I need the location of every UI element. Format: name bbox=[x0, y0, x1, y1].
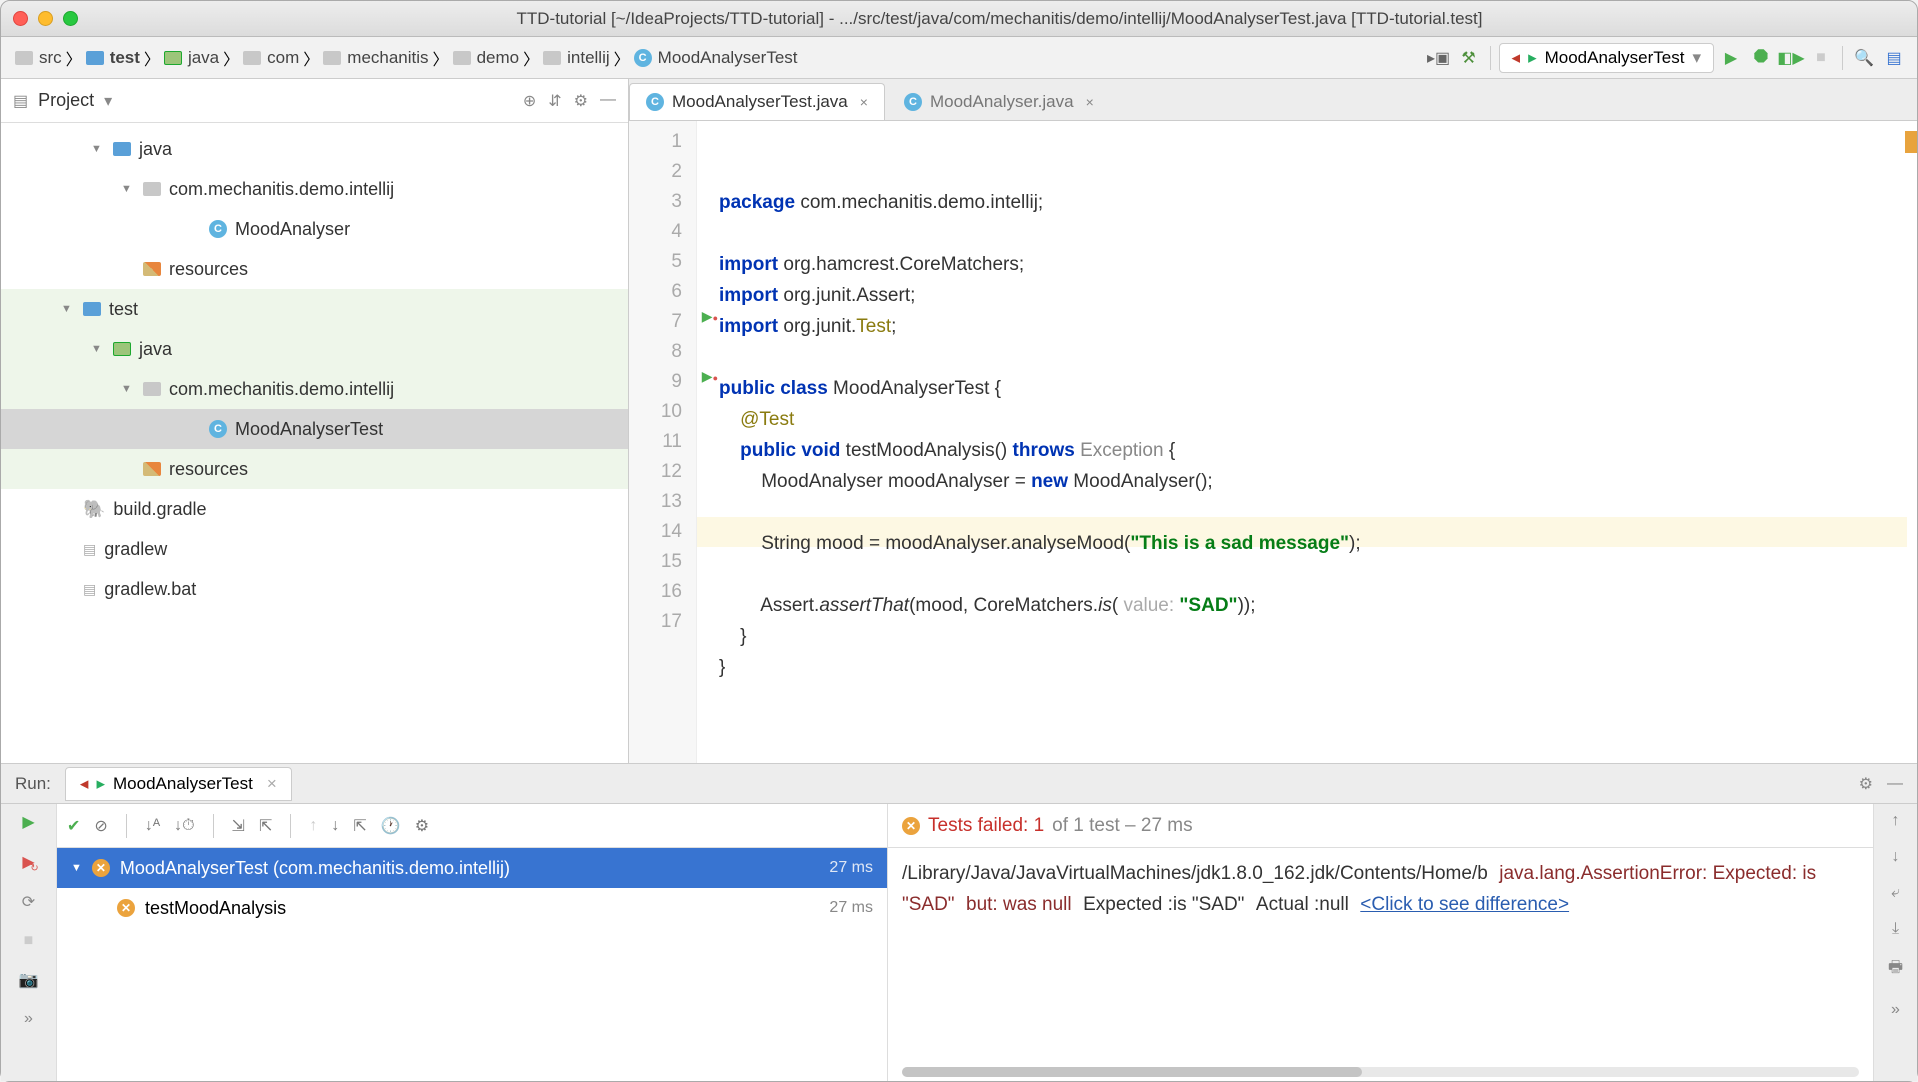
close-window-icon[interactable] bbox=[13, 11, 28, 26]
window-controls bbox=[13, 11, 78, 26]
breadcrumb-mechanitis[interactable]: mechanitis bbox=[319, 46, 432, 70]
close-tab-icon[interactable]: × bbox=[1086, 94, 1094, 110]
tree-item-resources[interactable]: resources bbox=[1, 249, 628, 289]
tree-item-com.mechanitis.demo.intellij[interactable]: ▼com.mechanitis.demo.intellij bbox=[1, 369, 628, 409]
expand-icon[interactable]: ⇲ bbox=[232, 816, 245, 836]
titlebar: TTD-tutorial [~/IdeaProjects/TTD-tutoria… bbox=[1, 1, 1917, 37]
test-console: ✕ Tests failed: 1 of 1 test – 27 ms /Lib… bbox=[887, 804, 1873, 1081]
next-icon[interactable]: ↓ bbox=[331, 817, 339, 835]
stop-icon: ■ bbox=[24, 932, 34, 950]
breadcrumb-MoodAnalyserTest[interactable]: CMoodAnalyserTest bbox=[630, 46, 802, 70]
test-tree[interactable]: ▼✕MoodAnalyserTest (com.mechanitis.demo.… bbox=[57, 848, 887, 1081]
test-row[interactable]: ▼✕MoodAnalyserTest (com.mechanitis.demo.… bbox=[57, 848, 887, 888]
tree-item-com.mechanitis.demo.intellij[interactable]: ▼com.mechanitis.demo.intellij bbox=[1, 169, 628, 209]
settings-icon[interactable]: ⚙ bbox=[415, 816, 429, 836]
navigation-bar: src〉test〉java〉com〉mechanitis〉demo〉intell… bbox=[1, 37, 1917, 79]
tree-item-MoodAnalyser[interactable]: CMoodAnalyser bbox=[1, 209, 628, 249]
rerun-icon[interactable]: ▶ bbox=[22, 812, 34, 832]
sort-icon[interactable]: ↓ᴬ bbox=[145, 817, 160, 835]
breadcrumb-java[interactable]: java bbox=[160, 46, 223, 70]
breadcrumb-demo[interactable]: demo bbox=[449, 46, 524, 70]
more-icon[interactable]: » bbox=[1891, 1001, 1900, 1019]
horizontal-scrollbar[interactable] bbox=[902, 1067, 1859, 1077]
console-right-toolbar: ↑ ↓ ⤶ ⤓ 🖶 » bbox=[1873, 804, 1917, 1081]
tree-item-gradlew[interactable]: ▤gradlew bbox=[1, 529, 628, 569]
maximize-window-icon[interactable] bbox=[63, 11, 78, 26]
run-icon[interactable]: ▶ bbox=[1718, 45, 1744, 71]
collapse-icon[interactable]: ⇵ bbox=[548, 91, 561, 111]
debug-icon[interactable]: ⯃ bbox=[1748, 45, 1774, 71]
breadcrumb-src[interactable]: src bbox=[11, 46, 66, 70]
down-icon[interactable]: ↓ bbox=[1892, 848, 1900, 866]
hammer-build-icon[interactable]: ⚒ bbox=[1456, 45, 1482, 71]
warning-marker[interactable] bbox=[1905, 131, 1917, 153]
editor-tab-MoodAnalyserTest.java[interactable]: CMoodAnalyserTest.java× bbox=[629, 83, 885, 120]
stop-icon: ■ bbox=[1808, 45, 1834, 71]
more-icon[interactable]: » bbox=[24, 1010, 33, 1028]
locate-icon[interactable]: ⊕ bbox=[523, 91, 536, 111]
caret-icon[interactable]: ▸▣ bbox=[1426, 45, 1452, 71]
scroll-end-icon[interactable]: ⤓ bbox=[1892, 920, 1899, 938]
editor-tabs: CMoodAnalyserTest.java×CMoodAnalyser.jav… bbox=[629, 79, 1917, 121]
export-icon[interactable]: ⇱ bbox=[353, 816, 366, 836]
test-row[interactable]: ✕testMoodAnalysis27 ms bbox=[57, 888, 887, 928]
run-label: Run: bbox=[15, 774, 51, 794]
editor-tab-MoodAnalyser.java[interactable]: CMoodAnalyser.java× bbox=[887, 83, 1111, 120]
minimize-window-icon[interactable] bbox=[38, 11, 53, 26]
breadcrumb-test[interactable]: test bbox=[82, 46, 144, 70]
breadcrumb-com[interactable]: com bbox=[239, 46, 303, 70]
project-tool-window: ▤ Project ▾ ⊕ ⇵ ⚙ — ▼java▼com.mechanitis… bbox=[1, 79, 629, 763]
editor-area: CMoodAnalyserTest.java×CMoodAnalyser.jav… bbox=[629, 79, 1917, 763]
coverage-icon[interactable]: ◧▶ bbox=[1778, 45, 1804, 71]
sort-time-icon[interactable]: ↓⏱ bbox=[174, 817, 194, 835]
console-output[interactable]: /Library/Java/JavaVirtualMachines/jdk1.8… bbox=[888, 848, 1873, 1081]
close-tab-icon[interactable]: × bbox=[860, 94, 868, 110]
tests-failed-label: Tests failed: 1 bbox=[928, 815, 1044, 837]
window-title: TTD-tutorial [~/IdeaProjects/TTD-tutoria… bbox=[94, 9, 1905, 29]
gutter: 1234567891011121314151617▶●▶● bbox=[629, 121, 697, 763]
collapse-icon[interactable]: ⇱ bbox=[259, 816, 272, 836]
tree-item-gradlew.bat[interactable]: ▤gradlew.bat bbox=[1, 569, 628, 609]
show-passed-icon[interactable]: ✔ bbox=[67, 816, 80, 836]
breadcrumb-intellij[interactable]: intellij bbox=[539, 46, 614, 70]
tree-item-build.gradle[interactable]: 🐘build.gradle bbox=[1, 489, 628, 529]
run-configuration-selector[interactable]: ◂▸ MoodAnalyserTest ▾ bbox=[1499, 43, 1714, 73]
history-icon[interactable]: 🕐 bbox=[381, 816, 401, 836]
dump-icon[interactable]: 📷 bbox=[19, 970, 39, 990]
run-left-toolbar: ▶ ▶↻ ⟳ ■ 📷 » bbox=[1, 804, 57, 1081]
hide-icon[interactable]: — bbox=[600, 91, 616, 111]
tree-item-java[interactable]: ▼java bbox=[1, 329, 628, 369]
gear-icon[interactable]: ⚙ bbox=[574, 91, 588, 111]
tree-item-test[interactable]: ▼test bbox=[1, 289, 628, 329]
prev-icon[interactable]: ↑ bbox=[309, 817, 317, 835]
up-icon[interactable]: ↑ bbox=[1892, 812, 1900, 830]
print-icon[interactable]: 🖶 bbox=[1888, 956, 1903, 983]
tests-info-label: of 1 test – 27 ms bbox=[1052, 815, 1192, 837]
search-icon[interactable]: 🔍 bbox=[1851, 45, 1877, 71]
run-tab[interactable]: ◂▸ MoodAnalyserTest × bbox=[65, 767, 292, 801]
project-tree[interactable]: ▼java▼com.mechanitis.demo.intellijCMoodA… bbox=[1, 123, 628, 763]
code-editor[interactable]: package com.mechanitis.demo.intellij; im… bbox=[697, 121, 1917, 763]
tree-item-MoodAnalyserTest[interactable]: CMoodAnalyserTest bbox=[1, 409, 628, 449]
rerun-failed-icon[interactable]: ▶↻ bbox=[22, 852, 34, 872]
run-tool-window: Run: ◂▸ MoodAnalyserTest × ⚙ — ▶ ▶↻ ⟳ ■ … bbox=[1, 763, 1917, 1081]
see-difference-link[interactable]: <Click to see difference> bbox=[1360, 894, 1569, 915]
gear-icon[interactable]: ⚙ bbox=[1859, 774, 1873, 794]
hide-icon[interactable]: — bbox=[1887, 775, 1903, 793]
project-label: Project bbox=[38, 90, 94, 111]
run-config-label: MoodAnalyserTest bbox=[1545, 48, 1685, 68]
tree-item-resources[interactable]: resources bbox=[1, 449, 628, 489]
structure-icon[interactable]: ▤ bbox=[1881, 45, 1907, 71]
toggle-auto-icon[interactable]: ⟳ bbox=[22, 892, 35, 912]
tree-item-java[interactable]: ▼java bbox=[1, 129, 628, 169]
fail-icon: ✕ bbox=[902, 817, 920, 835]
show-ignored-icon[interactable]: ⊘ bbox=[94, 816, 107, 836]
test-toolbar: ✔ ⊘ ↓ᴬ ↓⏱ ⇲ ⇱ ↑ ↓ ⇱ 🕐 ⚙ bbox=[57, 804, 887, 848]
soft-wrap-icon[interactable]: ⤶ bbox=[1891, 884, 1900, 902]
